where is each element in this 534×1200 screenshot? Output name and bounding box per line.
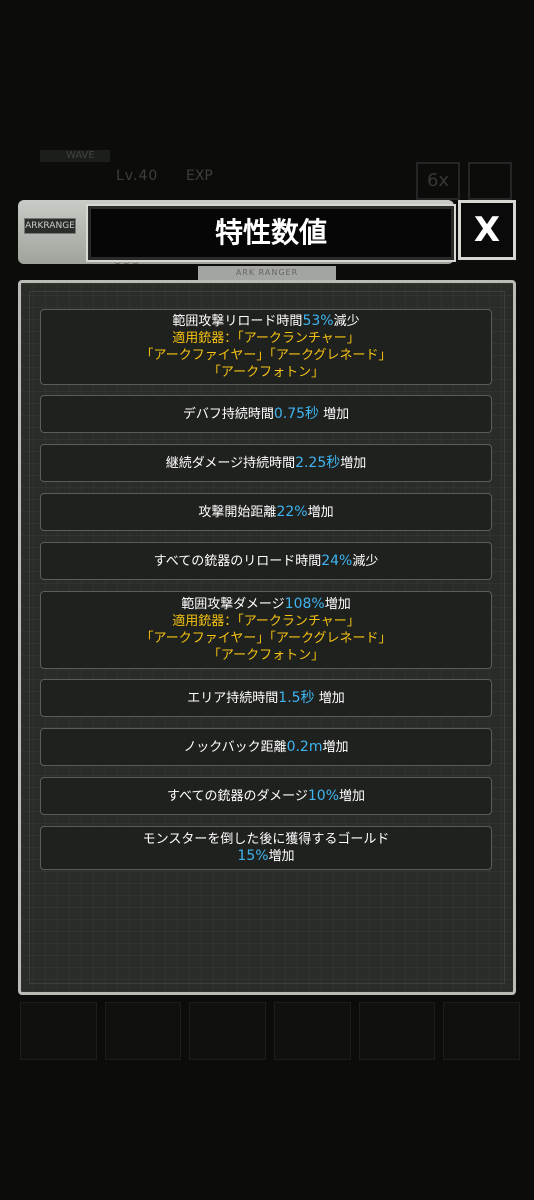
trait-text: 増加 xyxy=(314,690,345,706)
trait-line: 15%増加 xyxy=(237,848,294,865)
trait-value: 0.2m xyxy=(286,738,323,755)
trait-text: エリア持続時間 xyxy=(187,690,279,706)
exp-label: EXP xyxy=(186,168,213,184)
trait-row: モンスターを倒した後に獲得するゴールド 15%増加 xyxy=(40,826,492,870)
trait-text: 増加 xyxy=(322,739,349,755)
background-weapon-slots xyxy=(20,1002,521,1060)
trait-text: 増加 xyxy=(339,788,366,804)
trait-row: デバフ持続時間0.75秒 増加 xyxy=(40,395,492,433)
trait-line: 範囲攻撃ダメージ108%増加 xyxy=(181,596,350,613)
trait-weapons: 「アークファイヤー」「アークグレネード」 xyxy=(140,631,392,646)
dialog-title: 特性数値 xyxy=(214,216,327,249)
trait-value: 53% xyxy=(302,313,334,329)
trait-row: すべての銃器のダメージ10%増加 xyxy=(40,777,492,815)
trait-row: 範囲攻撃リロード時間53%減少 適用銃器：「アークランチャー」 「アークファイヤー」… xyxy=(40,309,492,385)
trait-line: 攻撃開始距離22%増加 xyxy=(198,504,333,521)
trait-value: 15% xyxy=(237,848,269,864)
trait-text: 攻撃開始距離 xyxy=(198,504,277,520)
title-box: 特性数値 xyxy=(88,206,454,260)
weapon-slot xyxy=(274,1002,351,1060)
wave-label: WAVE xyxy=(40,150,110,162)
trait-line: 「アークファイヤー」「アークグレネード」 xyxy=(140,630,391,647)
trait-line: 「アークフォトン」 xyxy=(208,364,324,381)
pause-icon xyxy=(468,162,512,200)
trait-value: 22% xyxy=(276,503,308,520)
trait-weapons: 「アークフォトン」 xyxy=(207,648,325,663)
weapon-slot xyxy=(104,1002,182,1060)
close-button[interactable]: X xyxy=(458,200,516,260)
trait-row: 継続ダメージ持続時間2.25秒増加 xyxy=(40,444,492,482)
trait-row: 範囲攻撃ダメージ108%増加 適用銃器：「アークランチャー」 「アークファイヤー」「… xyxy=(40,591,492,669)
trait-line: 継続ダメージ持続時間2.25秒増加 xyxy=(166,455,367,472)
trait-text: 増加 xyxy=(340,455,367,471)
subplate-label: ARK RANGER xyxy=(198,266,336,280)
trait-text: 増加 xyxy=(307,504,334,520)
header-tag: ARKRANGE xyxy=(24,218,76,234)
trait-text: 増加 xyxy=(268,849,295,864)
trait-weapons: 適用銃器：「アークランチャー」 xyxy=(172,614,360,629)
trait-text: 増加 xyxy=(324,597,351,612)
trait-text: 継続ダメージ持続時間 xyxy=(165,455,296,471)
trait-line: 「アークファイヤー」「アークグレネード」 xyxy=(140,347,391,364)
trait-text: 増加 xyxy=(319,406,350,422)
trait-weapons: 「アークファイヤー」「アークグレネード」 xyxy=(140,348,392,363)
trait-value: 108% xyxy=(284,596,325,612)
trait-line: ノックバック距離0.2m増加 xyxy=(183,739,348,756)
trait-text: 減少 xyxy=(352,553,379,569)
trait-line: モンスターを倒した後に獲得するゴールド xyxy=(143,831,390,848)
trait-row: ノックバック距離0.2m増加 xyxy=(40,728,492,766)
trait-weapons: 「アークフォトン」 xyxy=(207,365,325,380)
trait-value: 1.5秒 xyxy=(278,689,315,706)
weapon-slot xyxy=(20,1002,97,1060)
trait-line: 適用銃器：「アークランチャー」 xyxy=(172,330,360,347)
trait-text: 減少 xyxy=(333,314,360,329)
trait-text: すべての銃器のリロード時間 xyxy=(153,553,322,569)
background-hud: WAVE Lv.40 EXP 6x xyxy=(36,140,516,200)
trait-line: 「アークフォトン」 xyxy=(208,647,324,664)
trait-value: 0.75秒 xyxy=(273,405,320,422)
weapon-slot xyxy=(358,1002,436,1060)
trait-value: 24% xyxy=(321,552,353,569)
trait-line: デバフ持続時間0.75秒 増加 xyxy=(183,406,349,423)
trait-text: ノックバック距離 xyxy=(183,739,287,755)
level-label: Lv.40 xyxy=(116,168,159,184)
trait-row: エリア持続時間1.5秒 増加 xyxy=(40,679,492,717)
trait-text: 範囲攻撃リロード時間 xyxy=(172,314,303,329)
trait-text: デバフ持続時間 xyxy=(182,406,274,422)
trait-line: エリア持続時間1.5秒 増加 xyxy=(187,690,344,707)
trait-row: 攻撃開始距離22%増加 xyxy=(40,493,492,531)
trait-row: すべての銃器のリロード時間24%減少 xyxy=(40,542,492,580)
speed-button: 6x xyxy=(416,162,460,200)
trait-line: すべての銃器のダメージ10%増加 xyxy=(167,788,365,805)
trait-line: すべての銃器のリロード時間24%減少 xyxy=(154,553,379,570)
trait-weapons: 適用銃器：「アークランチャー」 xyxy=(172,331,360,346)
trait-text: モンスターを倒した後に獲得するゴールド xyxy=(142,832,390,847)
trait-text: 範囲攻撃ダメージ xyxy=(181,597,285,612)
trait-value: 10% xyxy=(307,787,340,804)
trait-text: すべての銃器のダメージ xyxy=(166,788,308,804)
weapon-slot xyxy=(443,1002,521,1060)
trait-value: 2.25秒 xyxy=(295,454,341,471)
trait-line: 適用銃器：「アークランチャー」 xyxy=(172,613,360,630)
trait-line: 範囲攻撃リロード時間53%減少 xyxy=(172,313,359,330)
weapon-slot xyxy=(189,1002,267,1060)
